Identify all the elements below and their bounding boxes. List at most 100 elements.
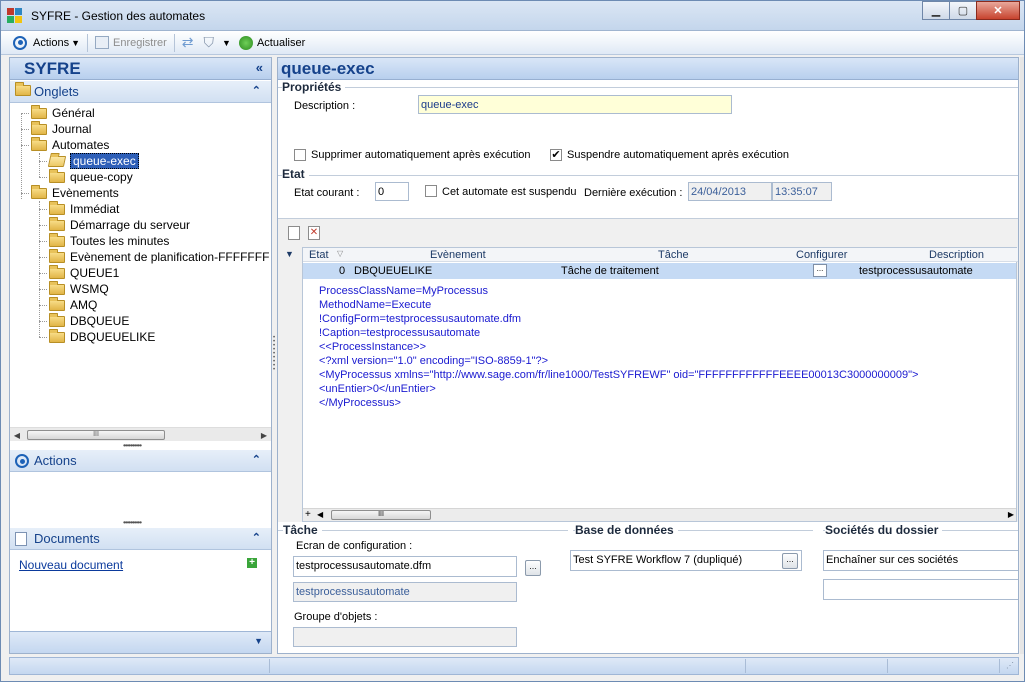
tree-item-planification[interactable]: Evènement de planification-FFFFFFF (49, 248, 269, 265)
detail-title: queue-exec (281, 59, 375, 78)
folder-icon (15, 82, 31, 96)
add-document-icon[interactable]: + (247, 558, 257, 568)
new-row-icon[interactable] (288, 226, 300, 240)
resize-grip-icon[interactable]: ⋰ (1006, 661, 1014, 670)
filter-button[interactable]: ⛉ ▼ (200, 33, 235, 53)
cell-etat: 0 (339, 265, 346, 277)
navigation-footer: ▼ (10, 631, 271, 653)
toolbar: Actions ▼ Enregistrer ⇄ ⛉ ▼ Actualiser (1, 31, 1024, 55)
actions-icon (13, 35, 27, 50)
etat-courant-input[interactable]: 0 (375, 182, 409, 201)
proprietes-group-label: Propriétés (282, 80, 346, 94)
save-button[interactable]: Enregistrer (91, 33, 171, 53)
table-row[interactable]: 0 DBQUEUELIKE Tâche de traitement ... te… (303, 263, 1016, 279)
folder-icon (49, 168, 65, 183)
ecran-config-caption: testprocessusautomate (293, 582, 517, 602)
ecran-config-input[interactable]: testprocessusautomate.dfm (293, 556, 517, 577)
title-bar: SYFRE - Gestion des automates ▁ ▢ ✕ (1, 1, 1024, 31)
sync-button[interactable]: ⇄ (178, 33, 200, 53)
filter-icon: ⛉ (203, 34, 215, 50)
refresh-button[interactable]: Actualiser (235, 33, 309, 53)
close-button[interactable]: ✕ (976, 1, 1020, 20)
col-etat[interactable]: Etat (309, 249, 329, 261)
col-description[interactable]: Description (929, 249, 984, 261)
ecran-config-browse-button[interactable]: ... (525, 560, 541, 576)
supprimer-checkbox[interactable] (294, 149, 306, 161)
col-configurer[interactable]: Configurer (796, 249, 847, 261)
actions-menu-button[interactable]: Actions ▼ (9, 33, 84, 53)
supprimer-label: Supprimer automatiquement après exécutio… (311, 149, 531, 161)
tree-item-queue1[interactable]: QUEUE1 (49, 264, 119, 281)
folder-icon (49, 312, 65, 327)
window-vertical-scrollbar[interactable] (1020, 57, 1024, 654)
chevron-up-icon[interactable]: ⌃ (252, 453, 261, 466)
minimize-button[interactable]: ▁ (922, 1, 950, 20)
maximize-button[interactable]: ▢ (949, 1, 977, 20)
collapse-panel-icon[interactable]: « (256, 60, 263, 75)
delete-row-icon[interactable]: ✕ (308, 226, 320, 240)
tree-horizontal-scrollbar[interactable]: ◀ III ▶ (10, 427, 271, 441)
scroll-left-icon[interactable]: ◀ (11, 429, 23, 441)
base-donnees-browse-button[interactable]: ... (782, 553, 798, 569)
tree-item-evenements[interactable]: Evènements (31, 184, 119, 201)
col-tache[interactable]: Tâche (658, 249, 689, 261)
xml-detail-line: !Caption=testprocessusautomate (319, 327, 481, 339)
onglets-section-header[interactable]: Onglets ⌃ (10, 81, 271, 103)
base-donnees-group-label: Base de données (575, 523, 678, 537)
tree-item-queue-copy[interactable]: queue-copy (49, 168, 133, 185)
grid-header: Etat ▽ Evènement Tâche Configurer Descri… (303, 248, 1018, 262)
grid-area: ✕ ▼ Etat ▽ Evènement Tâche Configurer De… (278, 218, 1018, 522)
sort-icon: ▽ (337, 249, 344, 258)
documents-section-label: Documents (34, 531, 100, 546)
scrollbar-thumb[interactable]: III (27, 430, 165, 440)
folder-icon (49, 216, 65, 231)
documents-section-header[interactable]: Documents ⌃ (10, 528, 271, 550)
chevron-down-icon[interactable]: ▼ (254, 636, 263, 646)
suspendre-label: Suspendre automatiquement après exécutio… (567, 149, 789, 161)
scroll-left-icon[interactable]: ◀ (317, 510, 323, 519)
chevron-down-icon: ▼ (71, 37, 80, 48)
base-donnees-input[interactable]: Test SYFRE Workflow 7 (dupliqué) (570, 550, 802, 571)
suspendre-checkbox[interactable]: ✔ (550, 149, 562, 161)
tree-item-automates[interactable]: Automates (31, 136, 109, 153)
scroll-right-icon[interactable]: ▶ (1008, 510, 1014, 519)
splitter-grip-icon[interactable]: •••••••••• (123, 518, 142, 527)
ecran-config-label: Ecran de configuration : (296, 540, 413, 552)
tree-item-queue-exec[interactable]: queue-exec (47, 153, 139, 169)
cell-tache: Tâche de traitement (561, 265, 659, 277)
tree-item-immediat[interactable]: Immédiat (49, 200, 119, 217)
cell-configurer-button[interactable]: ... (813, 264, 827, 277)
new-document-link[interactable]: Nouveau document (19, 558, 123, 572)
xml-detail-line: <MyProcessus xmlns="http://www.sage.com/… (319, 369, 919, 381)
groupe-objets-input[interactable] (293, 627, 517, 647)
folder-icon (49, 248, 65, 263)
societes-second-input[interactable] (823, 579, 1018, 600)
splitter-grip-icon[interactable]: •••••••••• (123, 441, 142, 450)
description-input[interactable]: queue-exec (418, 95, 732, 114)
scroll-right-icon[interactable]: ▶ (258, 429, 270, 441)
refresh-icon (238, 35, 253, 50)
tree-item-dbqueuelike[interactable]: DBQUEUELIKE (49, 328, 155, 345)
tree-item-wsmq[interactable]: WSMQ (49, 280, 109, 297)
societes-input[interactable]: Enchaîner sur ces sociétés (823, 550, 1018, 571)
splitter-handle[interactable]: • • • • • • • • • (273, 335, 276, 376)
tree-item-dbqueue[interactable]: DBQUEUE (49, 312, 129, 329)
actions-section-header[interactable]: Actions ⌃ (10, 450, 271, 472)
chevron-up-icon[interactable]: ⌃ (252, 531, 261, 544)
col-evenement[interactable]: Evènement (430, 249, 486, 261)
chevron-up-icon[interactable]: ⌃ (252, 84, 261, 97)
document-icon (15, 532, 27, 546)
events-grid: Etat ▽ Evènement Tâche Configurer Descri… (302, 247, 1018, 522)
suspendu-checkbox[interactable] (425, 185, 437, 197)
etat-courant-label: Etat courant : (294, 187, 360, 199)
scrollbar-thumb[interactable]: III (331, 510, 431, 520)
tree-item-amq[interactable]: AMQ (49, 296, 97, 313)
grid-horizontal-scrollbar[interactable]: + ◀ III ▶ (303, 508, 1016, 521)
tree-item-general[interactable]: Général (31, 105, 95, 121)
xml-detail-line: ProcessClassName=MyProcessus (319, 285, 489, 297)
expand-icon[interactable]: + (305, 509, 311, 520)
tree-item-demarrage[interactable]: Démarrage du serveur (49, 216, 190, 233)
tree-item-journal[interactable]: Journal (31, 120, 91, 137)
tree-item-minutes[interactable]: Toutes les minutes (49, 232, 169, 249)
folder-icon (49, 296, 65, 311)
